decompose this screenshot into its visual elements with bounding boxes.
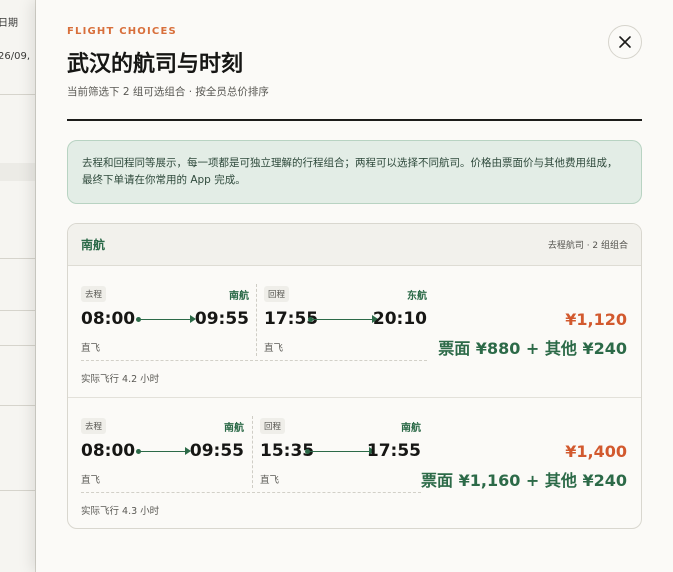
- dashed-divider: [81, 360, 427, 361]
- total-price: ¥1,400: [565, 442, 627, 461]
- background-divider: [0, 345, 35, 346]
- leg-tag: 去程: [81, 286, 107, 302]
- close-icon: [619, 36, 631, 48]
- price-breakdown: 票面 ¥1,160 + 其他 ¥240: [421, 471, 627, 490]
- stops-label: 直飞: [81, 343, 101, 354]
- inbound-leg: 回程 东航 17:55 20:10 直飞: [264, 286, 427, 366]
- flight-choices-panel: FLIGHT CHOICES 武汉的航司与时刻 当前筛选下 2 组可选组合 · …: [36, 0, 673, 572]
- stops-label: 直飞: [81, 475, 101, 486]
- flight-duration: 实际飞行 4.2 小时: [81, 374, 160, 385]
- arrive-time: 20:10: [372, 309, 427, 329]
- group-header: 南航 去程航司 · 2 组组合: [68, 224, 641, 266]
- airline-group: 南航 去程航司 · 2 组组合 去程 南航 08:00 09:55 直飞 回程 …: [67, 223, 642, 529]
- background-divider: [0, 310, 35, 311]
- group-meta: 去程航司 · 2 组组合: [547, 241, 628, 251]
- outbound-leg: 去程 南航 08:00 09:55 直飞: [81, 286, 249, 366]
- leg-airline: 南航: [224, 423, 244, 434]
- leg-tag: 回程: [260, 418, 286, 434]
- group-airline-name: 南航: [81, 238, 106, 252]
- depart-time: 08:00: [81, 309, 136, 329]
- background-row-band: [0, 163, 35, 181]
- page-title: 武汉的航司与时刻: [67, 52, 244, 77]
- page-subtitle: 当前筛选下 2 组可选组合 · 按全员总价排序: [67, 86, 269, 98]
- route-line: [139, 451, 186, 452]
- background-date-cell: 26/09,: [0, 51, 30, 62]
- flight-option[interactable]: 去程 南航 08:00 09:55 直飞 回程 南航 15:35 17:55 直…: [68, 398, 641, 528]
- route-line: [308, 451, 370, 452]
- background-column-header: 日期: [0, 18, 18, 29]
- header-divider: [67, 119, 642, 121]
- route-line: [311, 319, 373, 320]
- leg-airline: 南航: [401, 423, 421, 434]
- stops-label: 直飞: [260, 475, 280, 486]
- background-divider: [0, 94, 35, 95]
- flight-option[interactable]: 去程 南航 08:00 09:55 直飞 回程 东航 17:55 20:10 直…: [68, 266, 641, 398]
- leg-separator: [256, 284, 257, 356]
- background-divider: [0, 405, 35, 406]
- close-button[interactable]: [608, 25, 642, 59]
- stops-label: 直飞: [264, 343, 284, 354]
- info-notice: 去程和回程同等展示，每一项都是可独立理解的行程组合；两程可以选择不同航司。价格由…: [67, 140, 642, 204]
- background-page: 日期 26/09,: [0, 0, 36, 572]
- route-line: [139, 319, 191, 320]
- leg-separator: [252, 416, 253, 488]
- background-divider: [0, 258, 35, 259]
- arrive-time: 09:55: [194, 309, 249, 329]
- depart-time: 08:00: [81, 441, 136, 461]
- inbound-leg: 回程 南航 15:35 17:55 直飞: [260, 418, 421, 498]
- flight-duration: 实际飞行 4.3 小时: [81, 506, 160, 517]
- outbound-leg: 去程 南航 08:00 09:55 直飞: [81, 418, 244, 498]
- leg-airline: 东航: [407, 291, 427, 302]
- leg-tag: 回程: [264, 286, 290, 302]
- dashed-divider: [81, 492, 421, 493]
- leg-airline: 南航: [229, 291, 249, 302]
- price-breakdown: 票面 ¥880 + 其他 ¥240: [438, 339, 627, 358]
- arrive-time: 17:55: [366, 441, 421, 461]
- background-divider: [0, 490, 35, 491]
- panel-kicker: FLIGHT CHOICES: [67, 26, 177, 37]
- leg-tag: 去程: [81, 418, 107, 434]
- arrive-time: 09:55: [189, 441, 244, 461]
- total-price: ¥1,120: [565, 310, 627, 329]
